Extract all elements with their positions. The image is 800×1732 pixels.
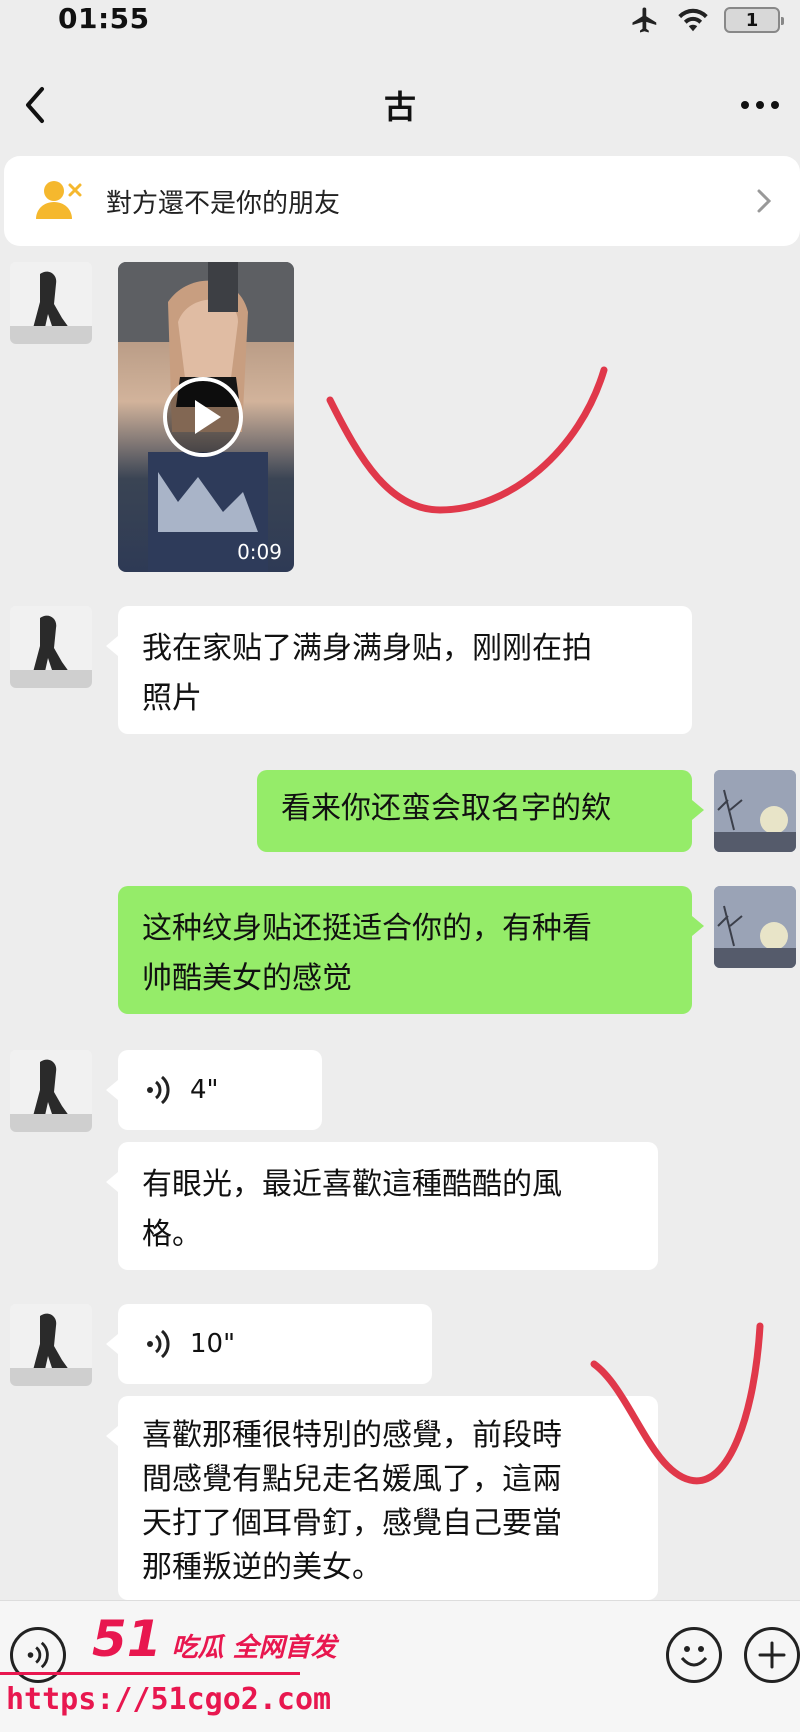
- play-icon[interactable]: [163, 377, 243, 457]
- voice-wave-icon: [147, 1075, 170, 1105]
- watermark-url: https://51cgo2.com: [6, 1682, 332, 1717]
- chevron-right-icon: [757, 189, 772, 213]
- voice-wave-icon: [147, 1329, 170, 1359]
- message-bubble[interactable]: 我在家贴了满身满身贴，刚刚在拍 照片: [106, 606, 692, 734]
- voice-duration: 4": [190, 1075, 219, 1105]
- message-text: 有眼光，最近喜歡這種酷酷的風 格。: [142, 1167, 562, 1252]
- watermark-number: 51: [92, 1610, 162, 1668]
- annotation-checkmark: [326, 366, 608, 514]
- contact-avatar[interactable]: [10, 262, 92, 344]
- voice-message[interactable]: 4": [106, 1050, 322, 1130]
- contact-avatar[interactable]: [10, 1050, 92, 1132]
- message-bubble-self[interactable]: 看来你还蛮会取名字的欸: [257, 770, 704, 852]
- self-avatar[interactable]: [714, 886, 796, 968]
- watermark-underline: [0, 1672, 300, 1675]
- message-bubble[interactable]: 有眼光，最近喜歡這種酷酷的風 格。: [106, 1142, 658, 1270]
- message-text: 看来你还蛮会取名字的欸: [281, 791, 611, 826]
- video-message[interactable]: 0:09: [118, 262, 294, 572]
- contact-avatar[interactable]: [10, 1304, 92, 1386]
- emoji-icon: [680, 1646, 708, 1667]
- emoji-button[interactable]: [666, 1627, 722, 1683]
- voice-duration: 10": [190, 1329, 236, 1359]
- more-dots-icon: [741, 101, 779, 109]
- person-x-icon: [36, 181, 82, 219]
- status-bar: 01:55 1: [0, 0, 800, 40]
- message-bubble[interactable]: 喜歡那種很特別的感覺，前段時 間感覺有點兒走名媛風了，這兩 天打了個耳骨釘，感覺…: [106, 1396, 658, 1600]
- battery-icon: 1: [724, 7, 784, 33]
- message-text: 这种纹身贴还挺适合你的，有种看 帅酷美女的感觉: [142, 911, 592, 996]
- status-icons: 1: [628, 4, 784, 36]
- message-text: 喜歡那種很特別的感覺，前段時 間感覺有點兒走名媛風了，這兩 天打了個耳骨釘，感覺…: [142, 1418, 562, 1585]
- status-time: 01:55: [58, 2, 150, 35]
- airplane-icon: [632, 7, 657, 33]
- plus-button[interactable]: [744, 1627, 800, 1683]
- wifi-icon: [678, 8, 708, 32]
- chat-title: 古: [383, 88, 416, 126]
- message-bubble-self[interactable]: 这种纹身贴还挺适合你的，有种看 帅酷美女的感觉: [118, 886, 704, 1014]
- watermark-logo: 51 吃瓜 全网首发: [92, 1610, 337, 1668]
- contact-avatar[interactable]: [10, 606, 92, 688]
- not-friend-banner[interactable]: 對方還不是你的朋友: [4, 156, 800, 246]
- plus-icon: [758, 1641, 786, 1669]
- watermark: 51 吃瓜 全网首发 https://51cgo2.com: [0, 1610, 340, 1730]
- voice-message[interactable]: 10": [106, 1304, 432, 1384]
- nav-bar: 古: [0, 60, 800, 150]
- watermark-tagline: 吃瓜 全网首发: [171, 1633, 337, 1663]
- message-text: 我在家贴了满身满身贴，刚刚在拍 照片: [142, 631, 592, 716]
- more-button[interactable]: [734, 80, 786, 130]
- video-duration: 0:09: [237, 540, 282, 564]
- self-avatar[interactable]: [714, 770, 796, 852]
- battery-level: 1: [745, 9, 759, 31]
- banner-text: 對方還不是你的朋友: [106, 188, 341, 219]
